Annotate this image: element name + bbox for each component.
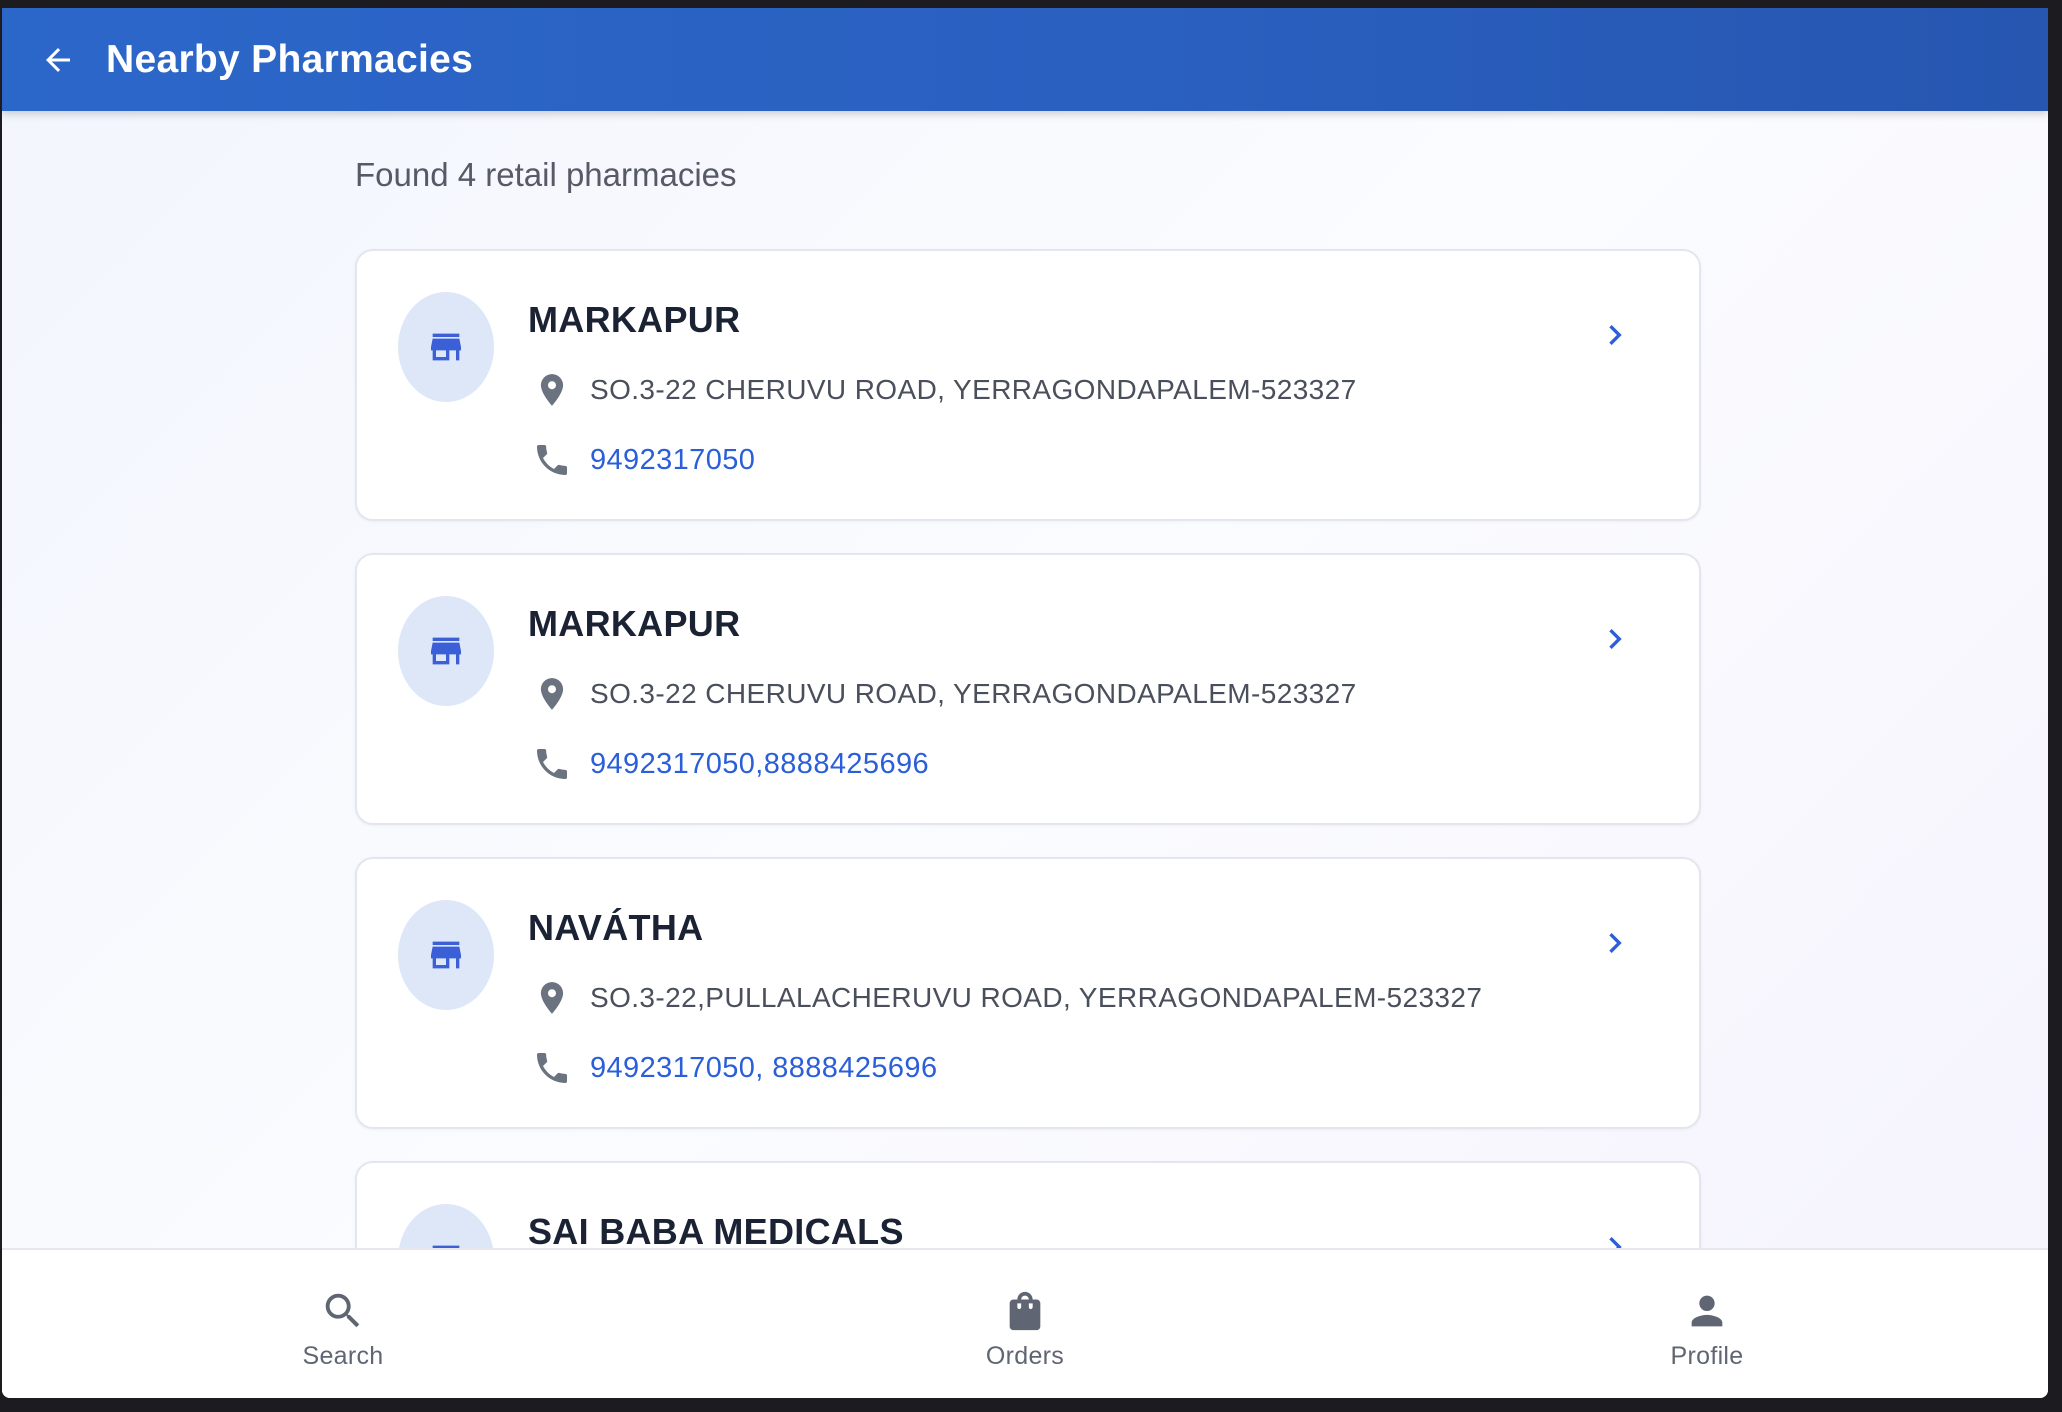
phone-icon bbox=[528, 436, 576, 484]
nav-item-profile[interactable]: Profile bbox=[1366, 1250, 2048, 1398]
pharmacy-phone-link[interactable]: 9492317050 bbox=[590, 444, 755, 477]
chevron-right-icon[interactable] bbox=[1593, 313, 1637, 357]
nav-label-search: Search bbox=[302, 1342, 384, 1370]
bottom-navigation: Search Orders Profile bbox=[2, 1248, 2048, 1398]
pharmacy-phone-link[interactable]: 9492317050,8888425696 bbox=[590, 748, 929, 781]
store-icon bbox=[431, 333, 461, 361]
shopping-bag-icon bbox=[1009, 1291, 1041, 1331]
pharmacy-name: MARKAPUR bbox=[528, 603, 741, 644]
address-row: SO.3-22,PULLALACHERUVU ROAD, YERRAGONDAP… bbox=[528, 974, 1482, 1022]
search-icon bbox=[325, 1293, 360, 1328]
store-avatar bbox=[398, 900, 494, 1010]
phone-row: 9492317050, 8888425696 bbox=[528, 1044, 937, 1092]
back-button[interactable] bbox=[28, 30, 88, 90]
store-avatar bbox=[398, 292, 494, 402]
phone-icon bbox=[528, 1044, 576, 1092]
nav-label-orders: Orders bbox=[985, 1342, 1065, 1370]
pharmacy-card[interactable]: NAVÁTHA SO.3-22,PULLALACHERUVU ROAD, YER… bbox=[355, 857, 1701, 1129]
app-window: Nearby Pharmacies Found 4 retail pharmac… bbox=[2, 8, 2048, 1398]
pharmacy-name: NAVÁTHA bbox=[528, 907, 704, 948]
page-title: Nearby Pharmacies bbox=[106, 37, 474, 81]
results-count: Found 4 retail pharmacies bbox=[355, 156, 737, 193]
pharmacy-phone-link[interactable]: 9492317050, 8888425696 bbox=[590, 1052, 937, 1085]
store-avatar bbox=[398, 596, 494, 706]
person-icon bbox=[1691, 1295, 1723, 1327]
pharmacy-address: SO.3-22,PULLALACHERUVU ROAD, YERRAGONDAP… bbox=[590, 982, 1483, 1013]
address-row: SO.3-22 CHERUVU ROAD, YERRAGONDAPALEM-52… bbox=[528, 366, 1357, 414]
location-pin-icon bbox=[528, 670, 576, 718]
pharmacy-address: SO.3-22 CHERUVU ROAD, YERRAGONDAPALEM-52… bbox=[590, 374, 1357, 405]
pharmacy-card[interactable]: MARKAPUR SO.3-22 CHERUVU ROAD, YERRAGOND… bbox=[355, 553, 1701, 825]
pharmacy-card[interactable]: MARKAPUR SO.3-22 CHERUVU ROAD, YERRAGOND… bbox=[355, 249, 1701, 521]
nav-item-search[interactable]: Search bbox=[2, 1250, 684, 1398]
location-pin-icon bbox=[528, 974, 576, 1022]
app-bar: Nearby Pharmacies bbox=[2, 8, 2048, 111]
arrow-left-icon bbox=[46, 47, 70, 72]
nav-label-profile: Profile bbox=[1670, 1342, 1744, 1370]
address-row: SO.3-22 CHERUVU ROAD, YERRAGONDAPALEM-52… bbox=[528, 670, 1357, 718]
pharmacy-name: MARKAPUR bbox=[528, 299, 741, 340]
chevron-right-icon[interactable] bbox=[1593, 617, 1637, 661]
pharmacy-address: SO.3-22 CHERUVU ROAD, YERRAGONDAPALEM-52… bbox=[590, 678, 1357, 709]
store-icon bbox=[431, 941, 461, 969]
nav-item-orders[interactable]: Orders bbox=[684, 1250, 1366, 1398]
location-pin-icon bbox=[528, 366, 576, 414]
pharmacy-name: SAI BABA MEDICALS bbox=[528, 1211, 904, 1252]
phone-row: 9492317050 bbox=[528, 436, 755, 484]
chevron-right-icon[interactable] bbox=[1593, 921, 1637, 965]
phone-icon bbox=[528, 740, 576, 788]
pharmacy-list-container: Found 4 retail pharmacies MARKAPUR SO.3-… bbox=[355, 111, 1701, 1398]
store-icon bbox=[431, 637, 461, 665]
phone-row: 9492317050,8888425696 bbox=[528, 740, 929, 788]
